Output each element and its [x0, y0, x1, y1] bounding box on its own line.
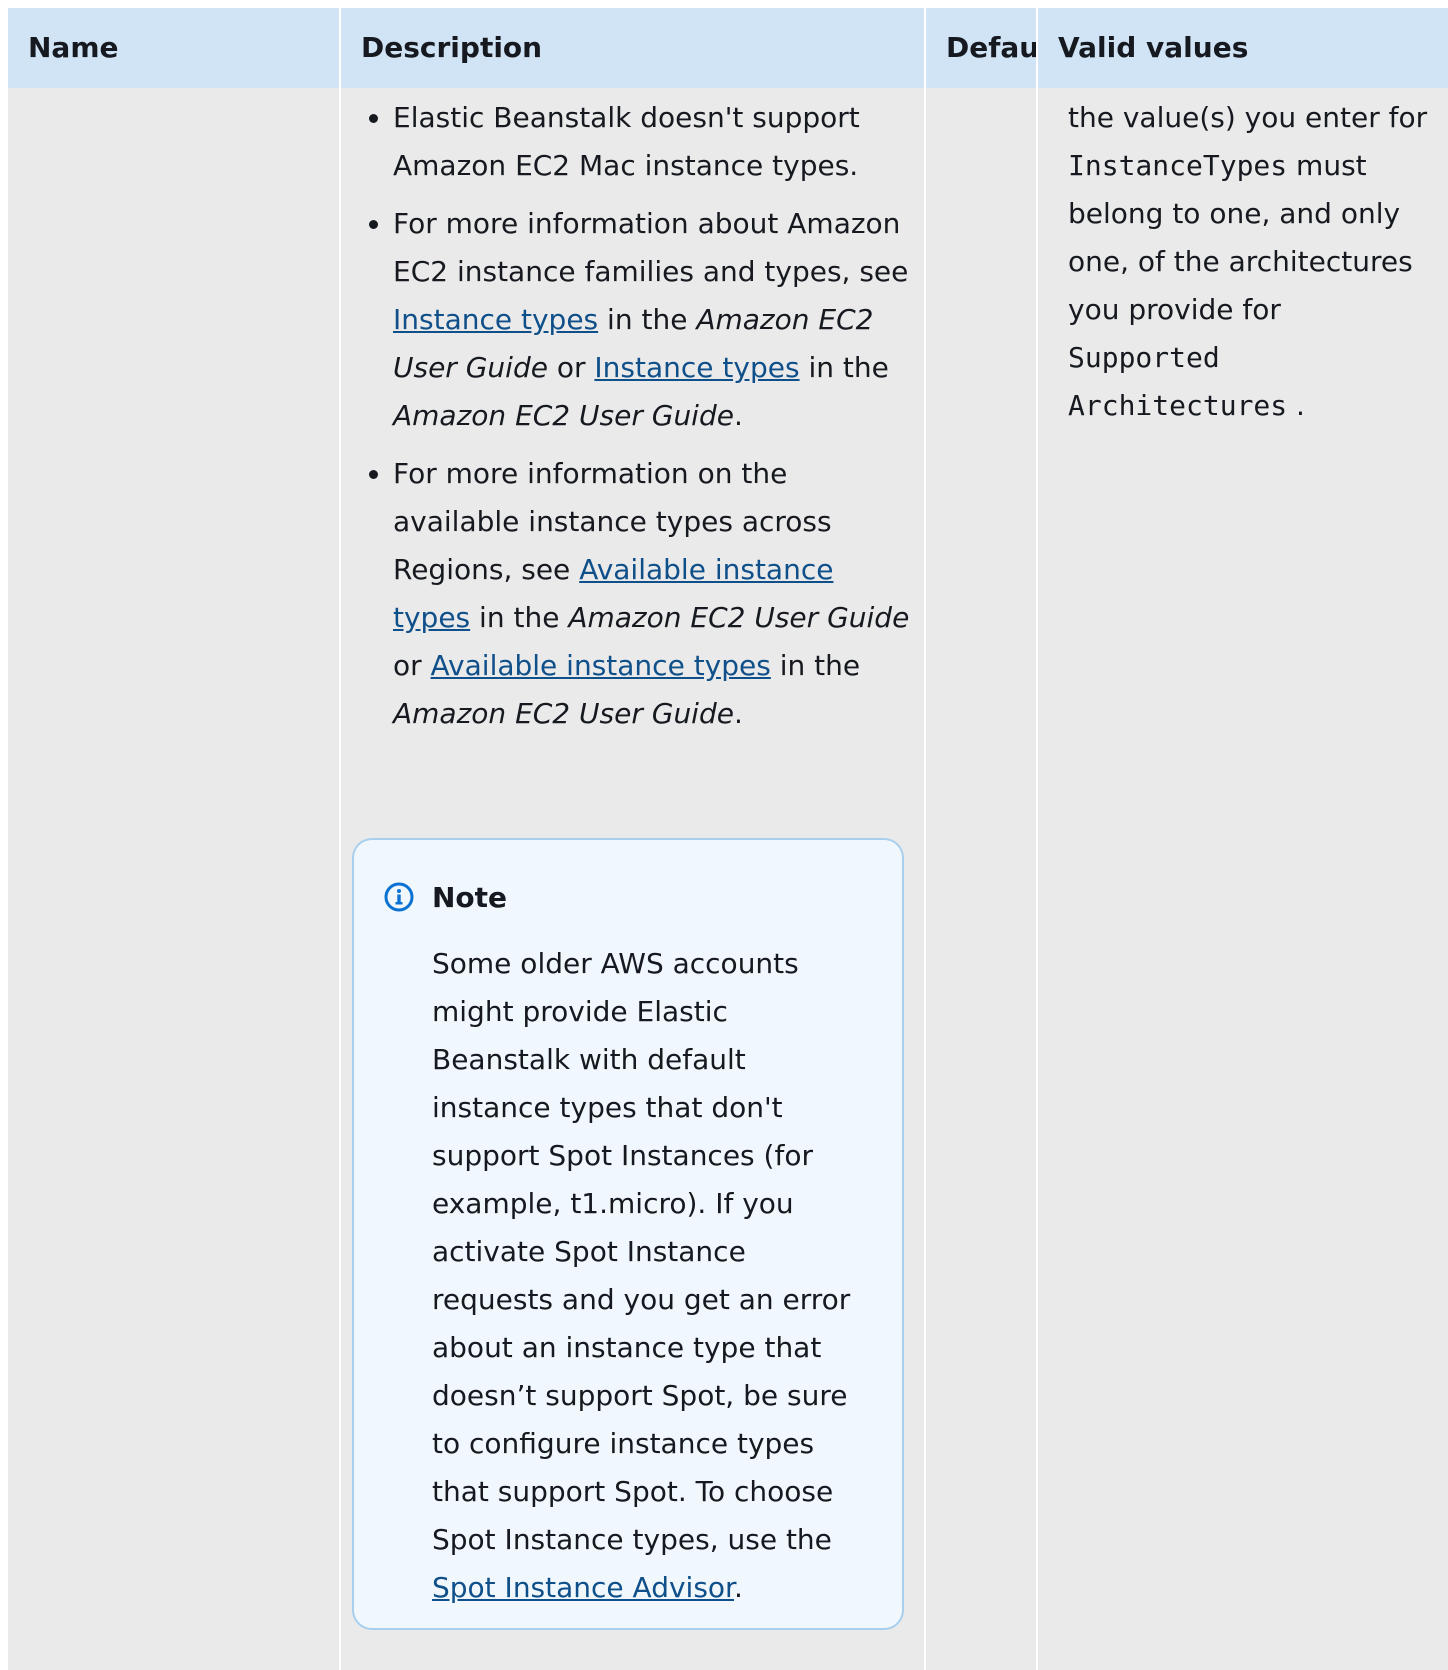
- column-divider: [1036, 8, 1038, 1670]
- note-body: Some older AWS accounts might provide El…: [432, 947, 851, 1604]
- description-list: Elastic Beanstalk doesn't support Amazon…: [361, 94, 917, 738]
- column-header-default: Default: [946, 31, 1038, 64]
- bullet-text: Elastic Beanstalk doesn't support Amazon…: [393, 101, 860, 182]
- code-instance-types: InstanceTypes: [1068, 149, 1288, 182]
- list-item: For more information about Amazon EC2 in…: [393, 200, 917, 440]
- description-cell: Elastic Beanstalk doesn't support Amazon…: [361, 94, 917, 748]
- info-icon: [384, 882, 414, 912]
- column-divider: [339, 8, 341, 1670]
- valid-values-cell: the value(s) you enter for InstanceTypes…: [1068, 101, 1428, 422]
- table-header: Name Description Default Valid values: [8, 8, 1448, 88]
- list-item: Elastic Beanstalk doesn't support Amazon…: [393, 94, 917, 190]
- instance-types-link[interactable]: Instance types: [393, 303, 598, 336]
- instance-types-link-2[interactable]: Instance types: [594, 351, 799, 384]
- spot-instance-advisor-link[interactable]: Spot Instance Advisor: [432, 1571, 734, 1604]
- note-callout: Note Some older AWS accounts might provi…: [352, 838, 904, 1630]
- column-header-valid-values: Valid values: [1058, 31, 1249, 64]
- name-cell: [8, 88, 339, 1670]
- code-supported-architectures: Supported Architectures: [1068, 341, 1288, 422]
- available-instance-types-link-2[interactable]: Available instance types: [431, 649, 771, 682]
- note-title: Note: [432, 881, 508, 914]
- list-item: For more information on the available in…: [393, 450, 917, 738]
- column-header-description: Description: [361, 31, 543, 64]
- default-cell: [926, 88, 1036, 1670]
- column-header-name: Name: [28, 31, 119, 64]
